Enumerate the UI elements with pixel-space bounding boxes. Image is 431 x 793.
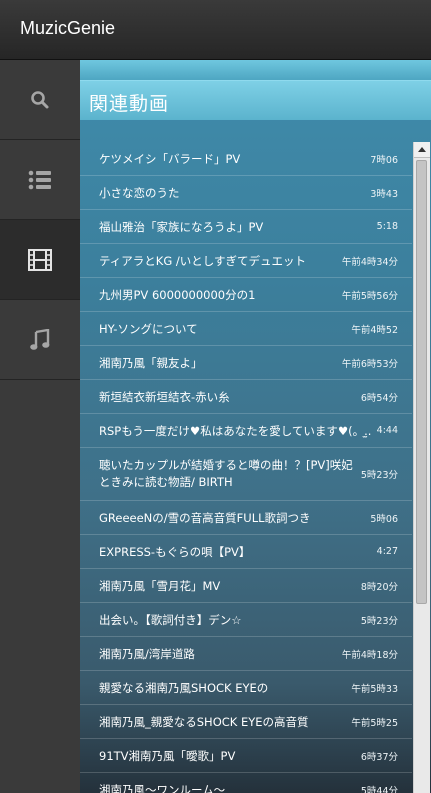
video-title: EXPRESS-もぐらの唄【PV】 [99, 544, 251, 559]
video-duration: 5:18 [376, 221, 398, 232]
video-list-item[interactable]: 出会い。【歌詞付き】デン☆ 5時23分 [80, 603, 412, 637]
video-duration: 6時54分 [360, 392, 398, 404]
app-topbar: MuzicGenie [0, 0, 431, 60]
video-list-item[interactable]: 湘南乃風「親友よ」 午前6時53分 [80, 346, 412, 380]
app-title: MuzicGenie [20, 18, 116, 38]
music-note-icon [30, 328, 50, 351]
panel-top-strip [80, 60, 431, 80]
video-duration: 午前5時33 [351, 683, 398, 695]
video-title: 湘南乃風_親愛なるSHOCK EYEの高音質 [99, 714, 309, 729]
search-icon [30, 90, 50, 110]
sidebar-nav [0, 60, 80, 793]
related-videos-panel: 関連動画 ケツメイシ「バラード」PV 7時06 小さな恋のうた 3時43 福山雅… [80, 60, 431, 793]
video-list-item[interactable]: 聴いたカップルが結婚すると噂の曲！？[PV]咲妃ときみに読む物語/ BIRTH … [80, 448, 412, 501]
video-list-item[interactable]: ケツメイシ「バラード」PV 7時06 [80, 142, 412, 176]
video-duration: 午前4時52 [351, 324, 398, 336]
video-duration: 5時23分 [360, 615, 398, 627]
sidebar-item-videos[interactable] [0, 220, 80, 300]
video-duration: 午前4時18分 [341, 649, 398, 661]
video-list-item[interactable]: 福山雅治「家族になろうよ」PV 5:18 [80, 210, 412, 244]
video-title: 湘南乃風「親友よ」 [99, 355, 203, 370]
video-title: ケツメイシ「バラード」PV [99, 151, 241, 166]
video-duration: 午前4時34分 [341, 256, 398, 268]
video-duration: 6時37分 [360, 751, 398, 763]
video-duration: 5時23分 [360, 470, 398, 481]
video-duration: 午前5時25 [351, 717, 398, 729]
film-icon [28, 248, 52, 271]
video-list-item[interactable]: ティアラとKG /いとしすぎてデュエット 午前4時34分 [80, 244, 412, 278]
video-title: 91TV湘南乃風「曖歌」PV [99, 748, 236, 763]
video-list-item[interactable]: RSPもう一度だけ♥私はあなたを愛しています♥(。.̫.。) 4:44 [80, 414, 412, 448]
video-title: 新垣結衣新垣結衣-赤い糸 [99, 389, 230, 404]
section-header: 関連動画 [80, 80, 431, 120]
video-list-item[interactable]: HY-ソングについて 午前4時52 [80, 312, 412, 346]
video-title: HY-ソングについて [99, 321, 198, 336]
video-title: 親愛なる湘南乃風SHOCK EYEの [99, 680, 269, 695]
sidebar-item-music[interactable] [0, 300, 80, 380]
video-list-item[interactable]: 親愛なる湘南乃風SHOCK EYEの 午前5時33 [80, 671, 412, 705]
video-list[interactable]: ケツメイシ「バラード」PV 7時06 小さな恋のうた 3時43 福山雅治「家族に… [80, 142, 412, 793]
video-title: 九州男PV 6000000000分の1 [99, 287, 256, 302]
video-duration: 午前5時56分 [341, 290, 398, 302]
sidebar-item-list[interactable] [0, 140, 80, 220]
video-duration: 5時06 [370, 513, 398, 525]
video-title: 聴いたカップルが結婚すると噂の曲！？[PV]咲妃ときみに読む物語/ BIRTH [99, 458, 353, 489]
list-icon [28, 170, 52, 190]
video-list-item[interactable]: 湘南乃風～ワンルーム～ 5時44分 [80, 773, 412, 793]
video-title: 福山雅治「家族になろうよ」PV [99, 219, 264, 234]
video-duration: 5時44分 [360, 785, 398, 793]
video-list-item[interactable]: 小さな恋のうた 3時43 [80, 176, 412, 210]
video-duration: 8時20分 [360, 581, 398, 593]
video-list-item[interactable]: 湘南乃風/湾岸道路 午前4時18分 [80, 637, 412, 671]
video-list-item[interactable]: 九州男PV 6000000000分の1 午前5時56分 [80, 278, 412, 312]
video-duration: 7時06 [370, 154, 398, 166]
video-title: 小さな恋のうた [99, 185, 180, 200]
video-list-item[interactable]: 湘南乃風「雪月花」MV 8時20分 [80, 569, 412, 603]
video-title: 湘南乃風/湾岸道路 [99, 646, 195, 661]
scrollbar-thumb[interactable] [416, 160, 427, 604]
video-title: 湘南乃風「雪月花」MV [99, 578, 221, 593]
video-duration: 4:27 [376, 546, 398, 557]
video-title: RSPもう一度だけ♥私はあなたを愛しています♥(。.̫.。) [99, 423, 371, 438]
video-title: GReeeeNの/雪の音高音質FULL歌詞つき [99, 510, 311, 525]
video-title: ティアラとKG /いとしすぎてデュエット [99, 253, 307, 268]
scroll-up-arrow[interactable] [414, 142, 430, 158]
video-duration: 3時43 [370, 188, 398, 200]
section-title: 関連動画 [89, 93, 170, 115]
video-list-item[interactable]: 新垣結衣新垣結衣-赤い糸 6時54分 [80, 380, 412, 414]
video-list-item[interactable]: GReeeeNの/雪の音高音質FULL歌詞つき 5時06 [80, 501, 412, 535]
video-duration: 午前6時53分 [341, 358, 398, 370]
video-title: 湘南乃風～ワンルーム～ [99, 782, 226, 793]
video-list-item[interactable]: EXPRESS-もぐらの唄【PV】 4:27 [80, 535, 412, 569]
video-title: 出会い。【歌詞付き】デン☆ [99, 612, 242, 627]
video-duration: 4:44 [376, 425, 398, 436]
sidebar-item-search[interactable] [0, 60, 80, 140]
video-list-item[interactable]: 91TV湘南乃風「曖歌」PV 6時37分 [80, 739, 412, 773]
video-list-item[interactable]: 湘南乃風_親愛なるSHOCK EYEの高音質 午前5時25 [80, 705, 412, 739]
list-scrollbar[interactable] [413, 142, 430, 793]
